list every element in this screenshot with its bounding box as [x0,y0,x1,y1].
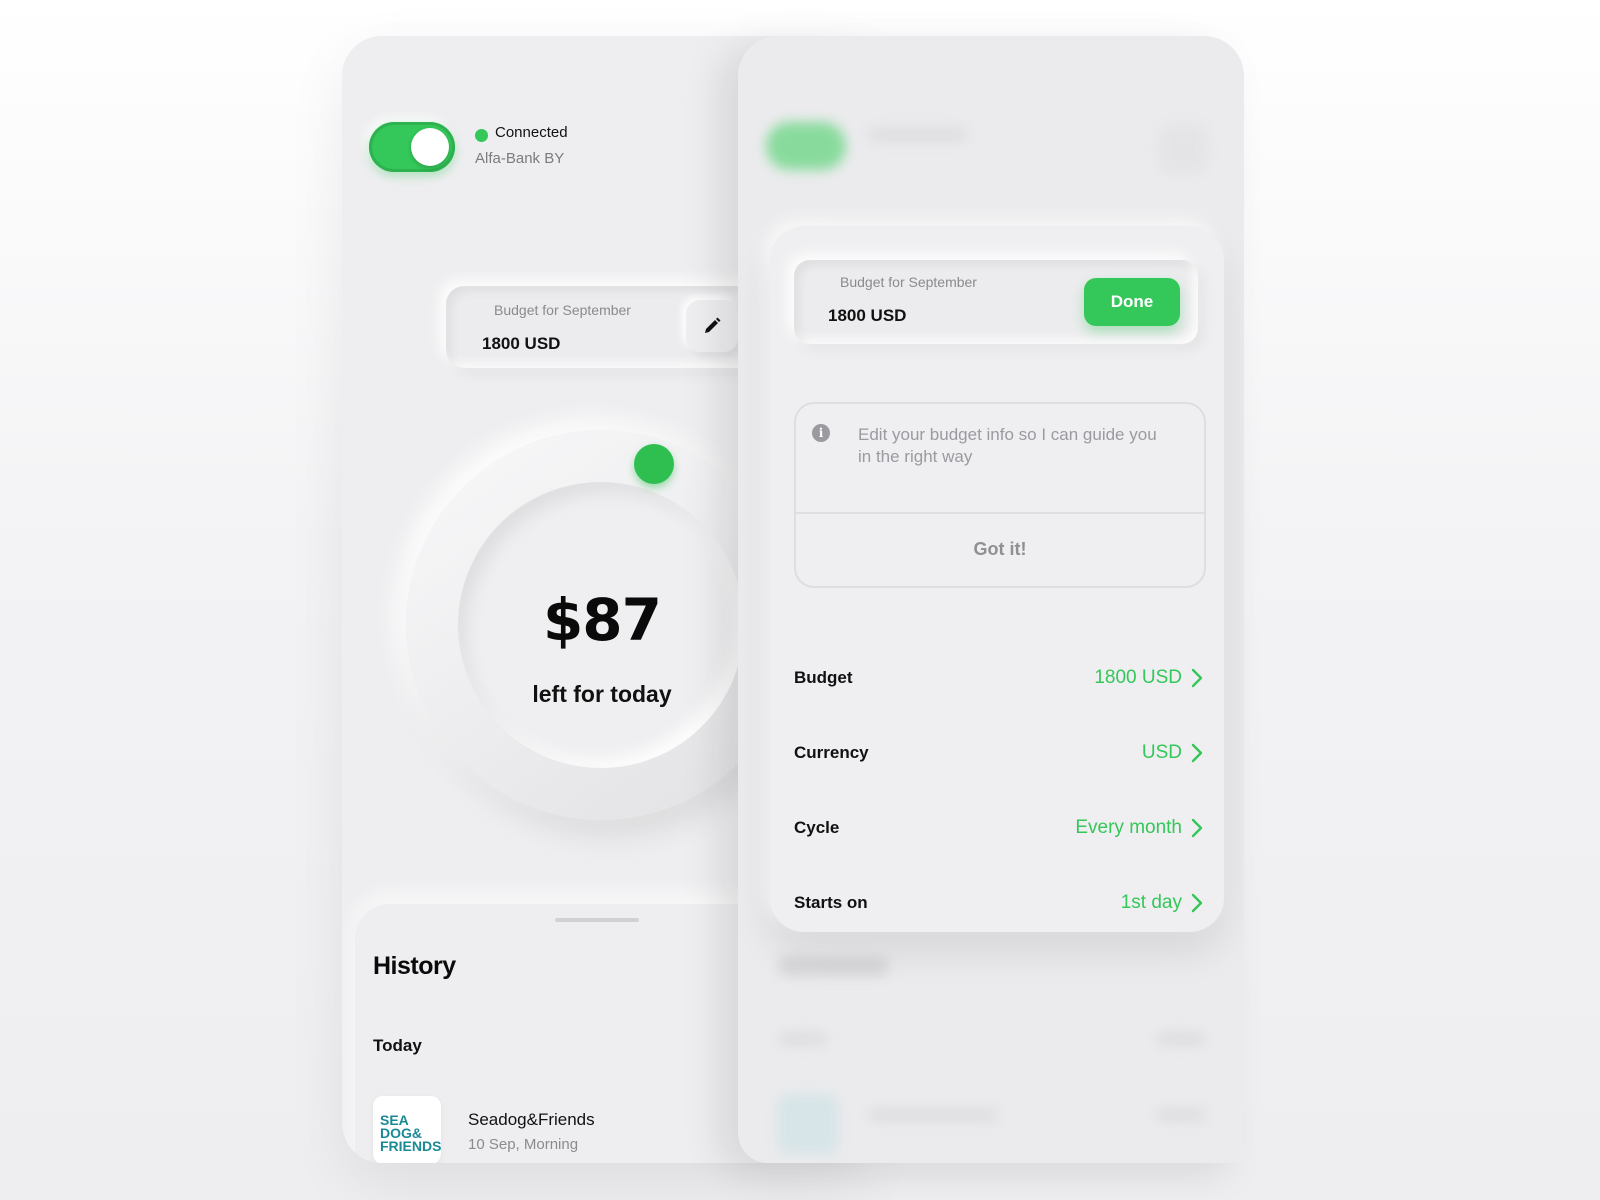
setting-row-cycle[interactable]: Cycle Every month [794,808,1204,848]
toggle-knob [411,128,449,166]
pencil-icon [705,317,721,333]
blurred-button [1158,124,1208,174]
setting-value-group[interactable]: USD [1142,742,1204,764]
setting-value-group[interactable]: 1800 USD [1094,667,1204,689]
chevron-right-icon [1191,743,1203,763]
blurred-toggle [766,122,846,170]
setting-value: 1st day [1120,892,1182,913]
setting-label: Cycle [794,818,840,837]
transaction-time: 10 Sep, Morning [468,1136,579,1153]
edit-budget-button[interactable] [686,300,738,352]
budget-input-field[interactable]: Budget for September 1800 USD Done [794,260,1198,344]
setting-row-budget[interactable]: Budget 1800 USD [794,658,1204,698]
history-group-today: Today [373,1036,422,1055]
budget-value: 1800 USD [482,334,561,353]
setting-value: 1800 USD [1094,667,1182,688]
setting-row-currency[interactable]: Currency USD [794,733,1204,773]
blurred-logo [778,1094,838,1154]
merchant-logo-text: SEA DOG& FRIENDS [380,1112,441,1154]
merchant-name[interactable]: Seadog&Friends [468,1110,595,1130]
edit-budget-screen: Budget for September 1800 USD Done i Edi… [738,36,1244,1163]
setting-value: USD [1141,742,1182,763]
budget-input-value[interactable]: 1800 USD [828,306,906,326]
blurred-history-title [778,956,888,976]
got-it-button[interactable]: Got it! [796,514,1204,584]
blurred-amount [1156,1108,1206,1122]
setting-row-starts-on[interactable]: Starts on 1st day [794,883,1204,923]
budget-label: Budget for September [494,302,631,318]
setting-label: Currency [794,743,869,762]
history-title: History [373,952,456,980]
edit-budget-card: Budget for September 1800 USD Done i Edi… [770,226,1224,932]
connected-status-dot [475,129,488,142]
sheet-drag-handle[interactable] [555,918,639,922]
setting-value-group[interactable]: 1st day [1121,892,1204,914]
blurred-today [778,1032,828,1046]
setting-label: Starts on [794,893,868,912]
blurred-sum [1156,1032,1206,1046]
setting-value-group[interactable]: Every month [1075,817,1204,839]
connection-status: Connected [495,124,568,141]
budget-input-label: Budget for September [840,274,977,290]
chevron-right-icon [1191,668,1203,688]
info-tip-box: i Edit your budget info so I can guide y… [794,402,1206,588]
merchant-logo: SEA DOG& FRIENDS [373,1096,441,1163]
setting-value: Every month [1075,817,1182,838]
bank-name: Alfa-Bank BY [475,150,565,167]
info-icon: i [812,424,830,442]
chevron-right-icon [1191,893,1203,913]
info-tip-text: Edit your budget info so I can guide you… [858,425,1157,466]
chevron-right-icon [1191,818,1203,838]
amount-left-caption: left for today [532,681,672,707]
setting-label: Budget [794,668,853,687]
blurred-merchant [868,1108,998,1122]
ring-progress-handle[interactable] [634,444,674,484]
bank-connection-toggle[interactable] [369,122,455,172]
done-button[interactable]: Done [1084,278,1180,326]
amount-left-today: $87 [542,586,662,654]
blurred-status [868,128,968,142]
